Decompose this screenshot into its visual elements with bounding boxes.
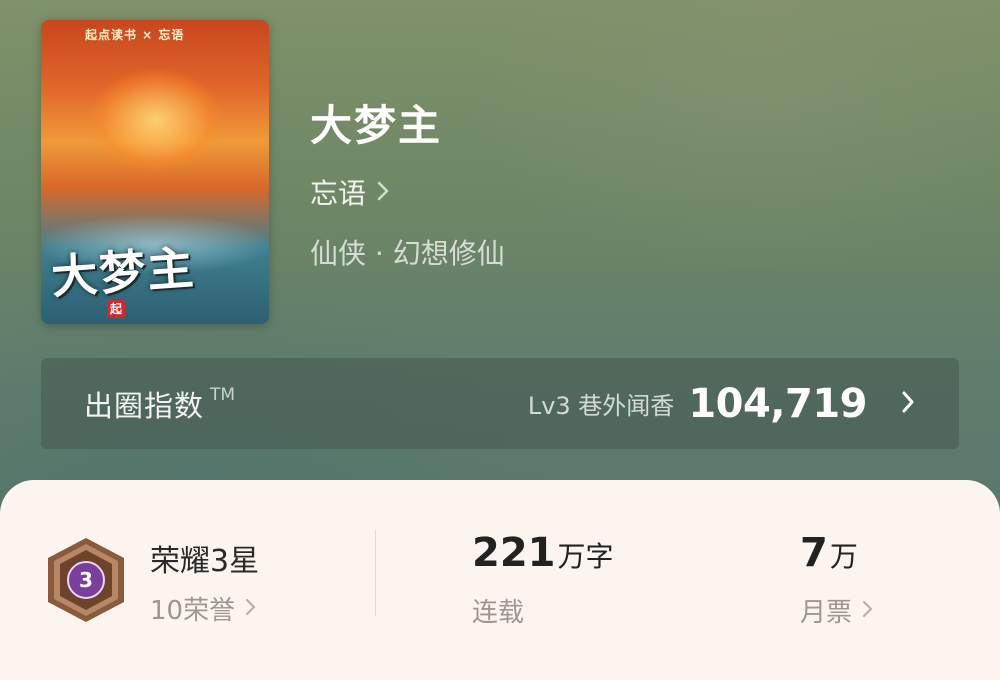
honor-link[interactable]: 10荣誉	[150, 590, 257, 627]
book-title: 大梦主	[310, 101, 443, 150]
honor-title: 荣耀3星	[150, 544, 260, 579]
cover-flame-art	[61, 50, 251, 200]
index-score: 104,719	[688, 380, 867, 427]
word-count-unit: 万字	[557, 540, 614, 573]
cover-title: 大梦主	[49, 240, 197, 305]
stats-divider	[375, 530, 376, 616]
word-count-number: 221	[472, 530, 556, 576]
genre-tags: 仙侠 · 幻想修仙	[310, 237, 505, 270]
honor-medal-icon[interactable]: 3	[44, 536, 128, 624]
medal-number: 3	[79, 568, 93, 592]
votes-unit: 万	[829, 540, 858, 573]
word-count: 221 万字	[472, 530, 614, 576]
trademark-mark: TM	[210, 384, 236, 405]
honor-count: 10荣誉	[150, 596, 236, 626]
influence-index-bar[interactable]: 出圈指数 TM Lv3 巷外闻香 104,719	[41, 358, 959, 449]
monthly-votes: 7 万	[800, 530, 858, 576]
votes-number: 7	[800, 530, 828, 576]
monthly-votes-link[interactable]: 月票	[800, 592, 874, 629]
book-cover[interactable]: 起点读书 × 忘语 大梦主 起	[41, 20, 269, 324]
chevron-right-icon	[862, 596, 874, 626]
index-label: 出圈指数	[84, 388, 205, 423]
stats-panel	[0, 480, 1000, 680]
chevron-right-icon	[376, 176, 390, 209]
serial-status: 连载	[472, 598, 525, 628]
author-name: 忘语	[310, 177, 367, 210]
chevron-right-icon	[245, 594, 257, 624]
cover-logo-badge: 起	[107, 300, 125, 318]
chevron-right-icon	[901, 390, 915, 418]
cover-publisher-line: 起点读书 × 忘语	[85, 28, 185, 42]
author-link[interactable]: 忘语	[310, 172, 390, 212]
index-level: Lv3 巷外闻香	[527, 392, 675, 420]
votes-label: 月票	[800, 598, 853, 628]
